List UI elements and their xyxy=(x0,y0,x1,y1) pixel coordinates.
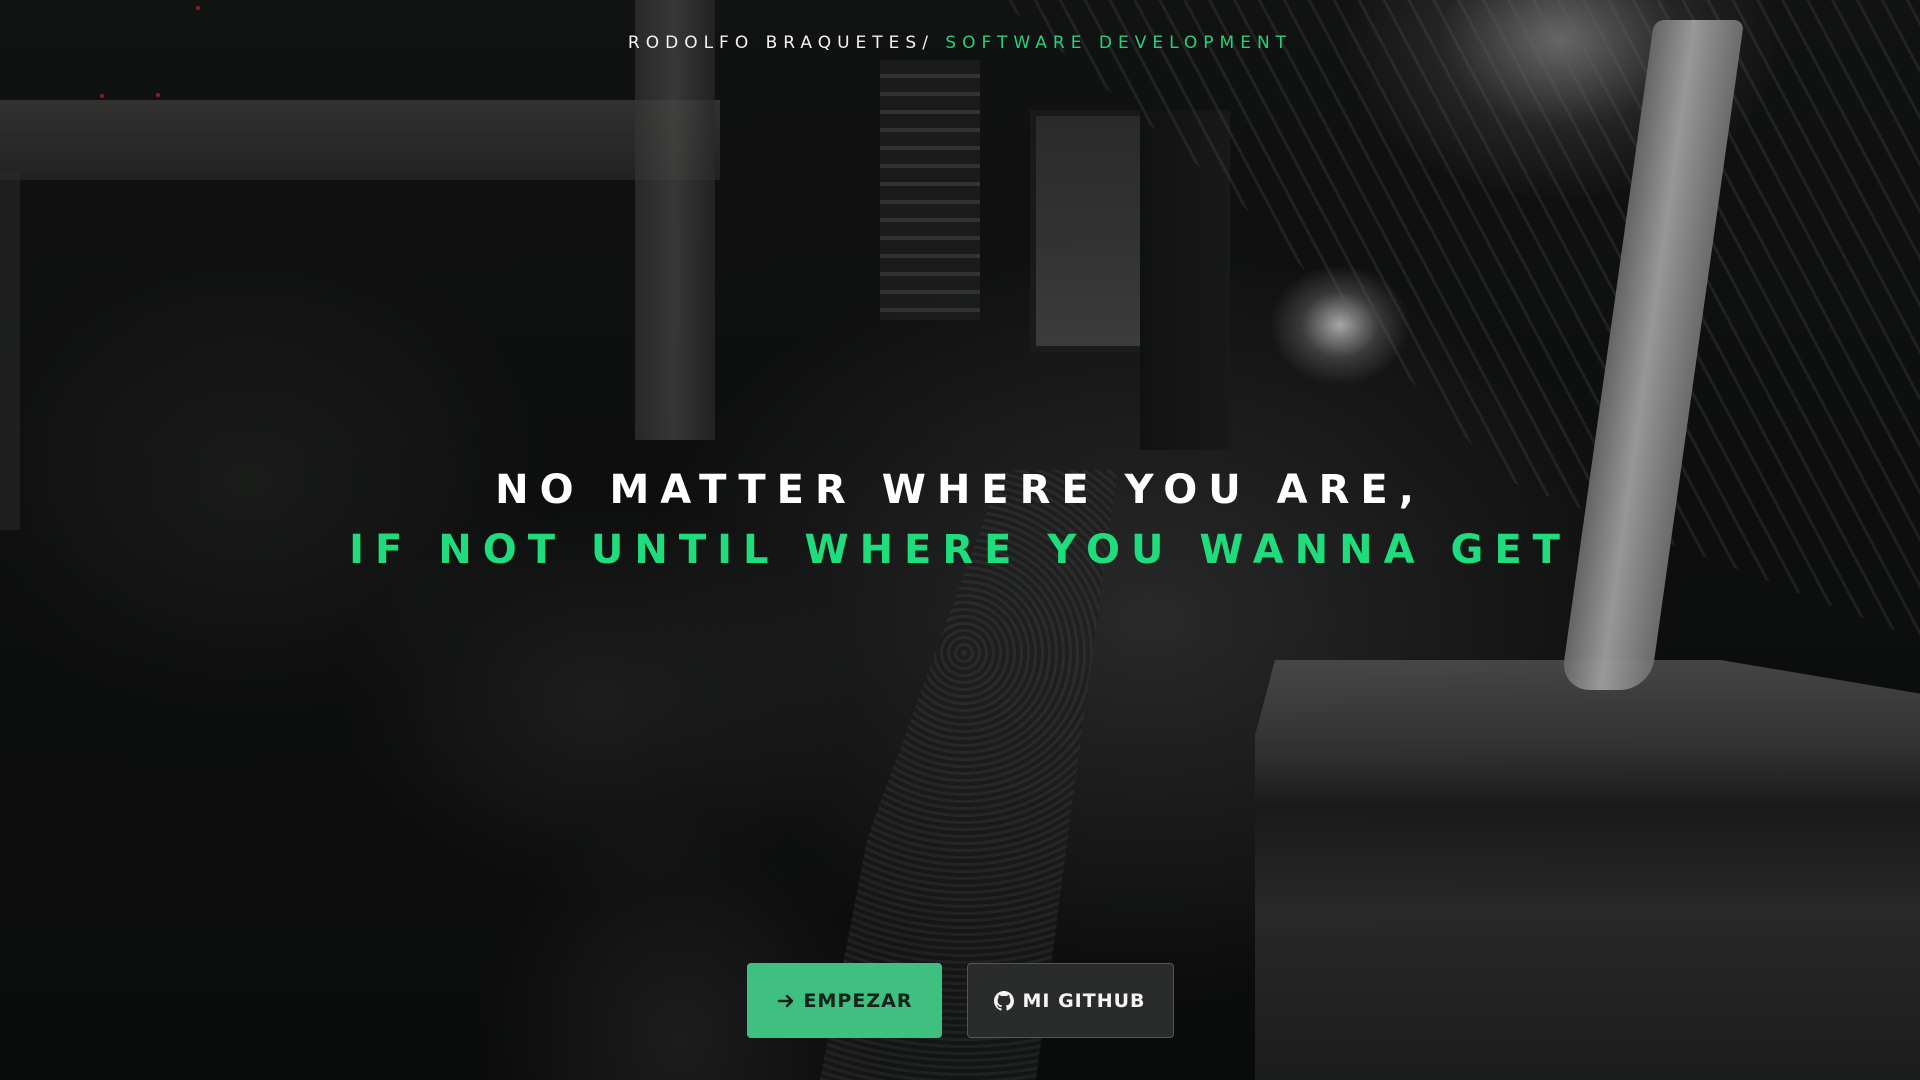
arrow-right-icon xyxy=(776,991,796,1011)
start-button-label: EMPEZAR xyxy=(803,989,913,1012)
brand-tagline: SOFTWARE DEVELOPMENT xyxy=(945,33,1293,53)
hero-section: RODOLFO BRAQUETES/ SOFTWARE DEVELOPMENT … xyxy=(0,0,1920,1080)
headline-line-1: NO MATTER WHERE YOU ARE, xyxy=(495,467,1425,513)
hero-headline: NO MATTER WHERE YOU ARE, IF NOT UNTIL WH… xyxy=(0,462,1920,582)
github-icon xyxy=(994,990,1015,1011)
brand-name: RODOLFO BRAQUETES/ xyxy=(627,33,934,53)
headline-line-2: IF NOT UNTIL WHERE YOU WANNA GET xyxy=(349,527,1571,573)
github-button[interactable]: MI GITHUB xyxy=(966,963,1174,1038)
hero-actions: EMPEZAR MI GITHUB xyxy=(0,963,1920,1038)
site-brand: RODOLFO BRAQUETES/ SOFTWARE DEVELOPMENT xyxy=(0,33,1920,53)
start-button[interactable]: EMPEZAR xyxy=(746,963,942,1038)
github-button-label: MI GITHUB xyxy=(1022,989,1146,1012)
